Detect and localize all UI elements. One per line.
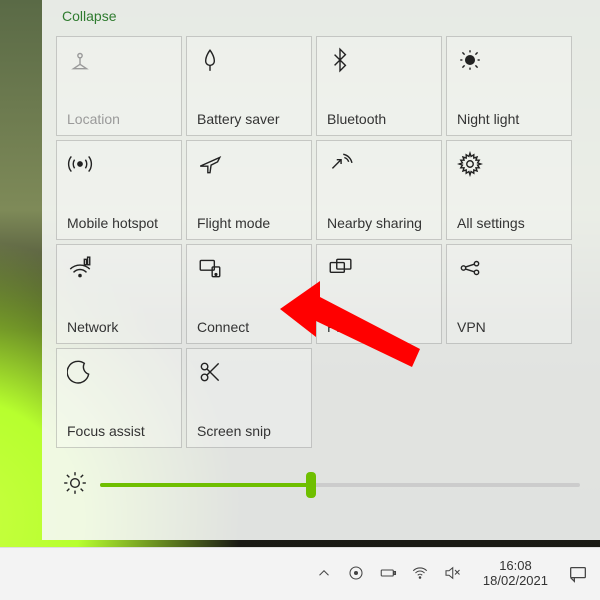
tile-label: Night light bbox=[457, 111, 561, 127]
brightness-slider[interactable] bbox=[100, 483, 580, 487]
tile-bluetooth[interactable]: Bluetooth bbox=[316, 36, 442, 136]
wifi-tray-icon[interactable] bbox=[411, 564, 429, 585]
tile-label: Focus assist bbox=[67, 423, 171, 439]
brightness-thumb[interactable] bbox=[306, 472, 316, 498]
tile-label: Project bbox=[327, 319, 431, 335]
tile-focus-assist[interactable]: Focus assist bbox=[56, 348, 182, 448]
clock-date: 18/02/2021 bbox=[483, 574, 548, 589]
tile-screen-snip[interactable]: Screen snip bbox=[186, 348, 312, 448]
tile-label: VPN bbox=[457, 319, 561, 335]
tile-label: Battery saver bbox=[197, 111, 301, 127]
project-icon bbox=[327, 255, 431, 283]
tile-label: Screen snip bbox=[197, 423, 301, 439]
location-tray-icon[interactable] bbox=[347, 564, 365, 585]
tile-all-settings[interactable]: All settings bbox=[446, 140, 572, 240]
network-icon bbox=[67, 255, 171, 283]
tile-label: All settings bbox=[457, 215, 561, 231]
collapse-link[interactable]: Collapse bbox=[56, 6, 586, 32]
quick-action-tiles: Location Battery saver Bluetooth Night ligh… bbox=[56, 36, 586, 448]
tile-label: Mobile hotspot bbox=[67, 215, 171, 231]
battery-tray-icon[interactable] bbox=[379, 564, 397, 585]
tile-label: Location bbox=[67, 111, 171, 127]
tile-battery-saver[interactable]: Battery saver bbox=[186, 36, 312, 136]
tile-mobile-hotspot[interactable]: Mobile hotspot bbox=[56, 140, 182, 240]
vpn-icon bbox=[457, 255, 561, 283]
connect-icon bbox=[197, 255, 301, 283]
screen-snip-icon bbox=[197, 359, 301, 387]
battery-saver-icon bbox=[197, 47, 301, 75]
mobile-hotspot-icon bbox=[67, 151, 171, 179]
brightness-slider-row bbox=[56, 470, 586, 499]
flight-mode-icon bbox=[197, 151, 301, 179]
all-settings-icon bbox=[457, 151, 561, 179]
tile-network[interactable]: Network bbox=[56, 244, 182, 344]
nearby-sharing-icon bbox=[327, 151, 431, 179]
location-icon bbox=[67, 47, 171, 75]
tile-project[interactable]: Project bbox=[316, 244, 442, 344]
tile-location[interactable]: Location bbox=[56, 36, 182, 136]
tile-nearby-sharing[interactable]: Nearby sharing bbox=[316, 140, 442, 240]
brightness-fill bbox=[100, 483, 311, 487]
tile-label: Network bbox=[67, 319, 171, 335]
tile-flight-mode[interactable]: Flight mode bbox=[186, 140, 312, 240]
clock-time: 16:08 bbox=[499, 559, 532, 574]
focus-assist-icon bbox=[67, 359, 171, 387]
night-light-icon bbox=[457, 47, 561, 75]
tile-vpn[interactable]: VPN bbox=[446, 244, 572, 344]
tile-night-light[interactable]: Night light bbox=[446, 36, 572, 136]
tile-label: Bluetooth bbox=[327, 111, 431, 127]
tile-label: Flight mode bbox=[197, 215, 301, 231]
taskbar: 16:08 18/02/2021 bbox=[0, 547, 600, 600]
taskbar-clock[interactable]: 16:08 18/02/2021 bbox=[475, 548, 556, 600]
tray-overflow-chevron-icon[interactable] bbox=[315, 564, 333, 585]
tile-label: Nearby sharing bbox=[327, 215, 431, 231]
volume-muted-tray-icon[interactable] bbox=[443, 564, 461, 585]
action-center-panel: Collapse Location Battery saver Bluetooth N… bbox=[42, 0, 600, 540]
tile-connect[interactable]: Connect bbox=[186, 244, 312, 344]
brightness-icon bbox=[62, 470, 88, 499]
tile-label: Connect bbox=[197, 319, 301, 335]
action-center-button[interactable] bbox=[556, 548, 600, 600]
system-tray bbox=[301, 548, 475, 600]
bluetooth-icon bbox=[327, 47, 431, 75]
